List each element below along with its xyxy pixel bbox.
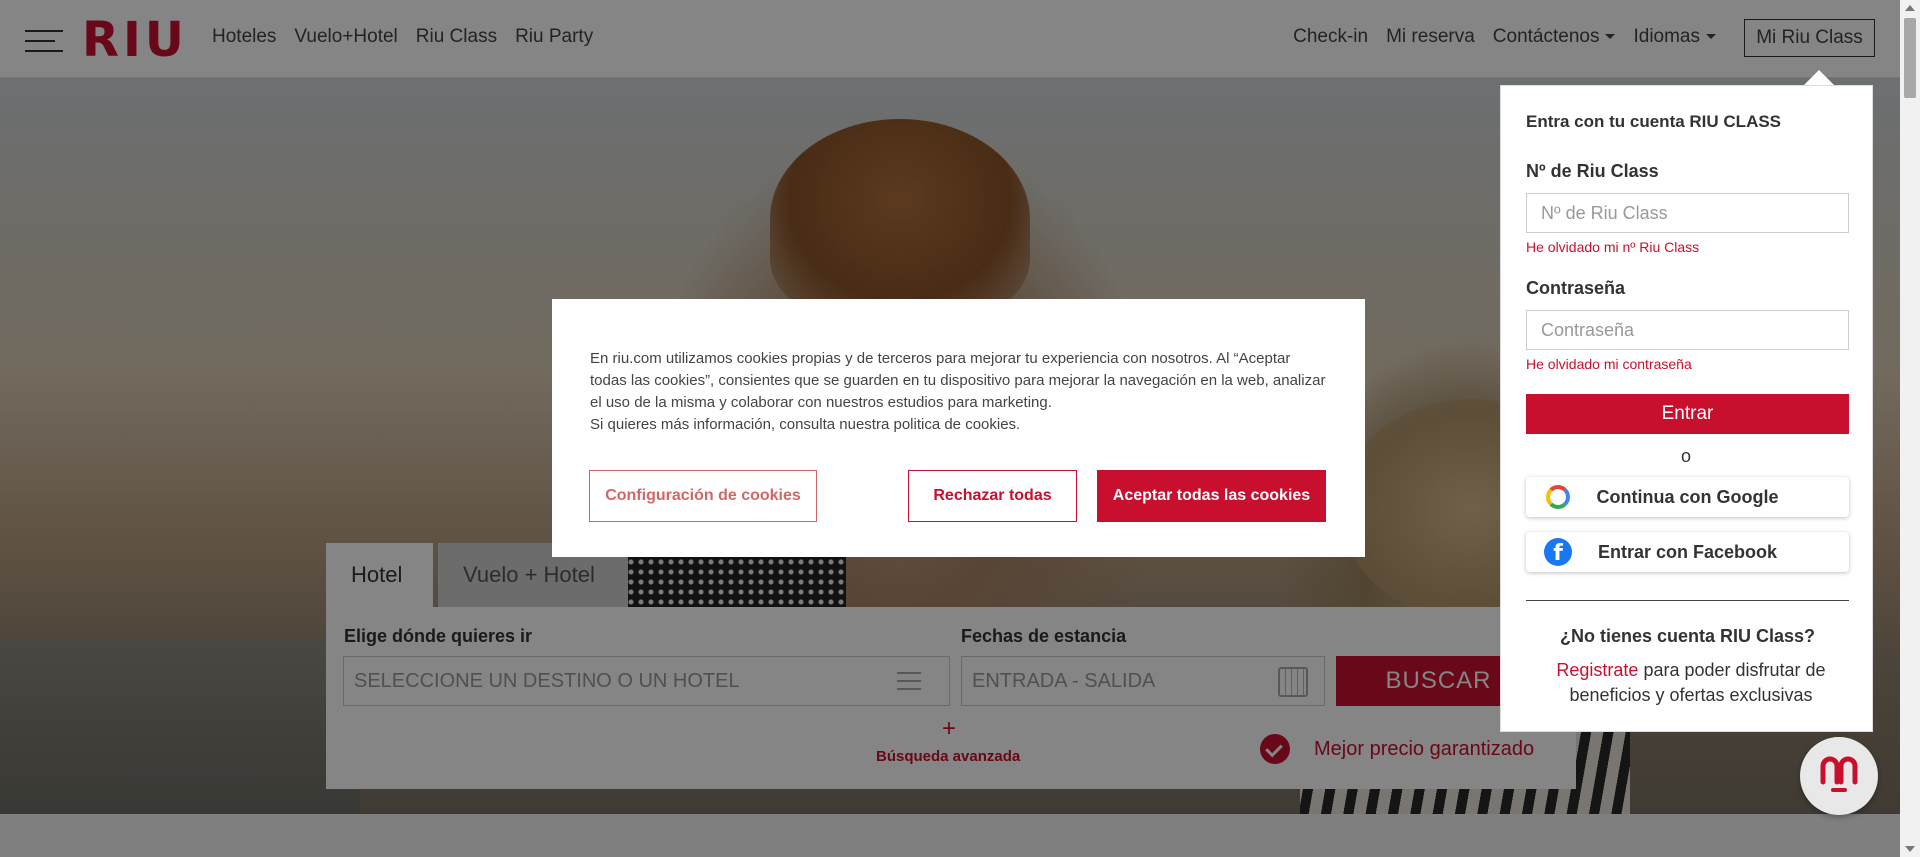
forgot-password-link[interactable]: He olvidado mi contraseña xyxy=(1526,356,1692,372)
facebook-icon: f xyxy=(1544,538,1572,566)
riu-class-number-input[interactable]: Nº de Riu Class xyxy=(1526,193,1849,233)
no-account-heading: ¿No tienes cuenta RIU Class? xyxy=(1559,626,1816,646)
register-text: Registrate para poder disfrutar de benef… xyxy=(1541,658,1841,708)
login-dropdown: Entra con tu cuenta RIU CLASS Nº de Riu … xyxy=(1500,85,1873,732)
page-scrollbar[interactable] xyxy=(1900,0,1920,857)
scroll-down-icon[interactable] xyxy=(1905,846,1915,852)
cookie-text: En riu.com utilizamos cookies propias y … xyxy=(590,350,1326,411)
reject-all-button[interactable]: Rechazar todas xyxy=(908,470,1077,522)
register-link[interactable]: Registrate xyxy=(1556,660,1638,680)
scroll-up-icon[interactable] xyxy=(1905,5,1915,11)
login-title: Entra con tu cuenta RIU CLASS xyxy=(1526,112,1782,131)
google-login-label: Continua con Google xyxy=(1596,486,1779,507)
divider xyxy=(1526,600,1849,601)
chat-bot-button[interactable] xyxy=(1800,737,1878,815)
password-label: Contraseña xyxy=(1526,278,1626,298)
cookie-modal: En riu.com utilizamos cookies propias y … xyxy=(552,299,1365,557)
dropdown-arrow xyxy=(1803,70,1835,86)
scroll-thumb[interactable] xyxy=(1904,18,1916,98)
google-login-button[interactable]: Continua con Google xyxy=(1526,477,1849,517)
cookie-more-info: Si quieres más información, consulta nue… xyxy=(590,416,1021,433)
login-button[interactable]: Entrar xyxy=(1526,394,1849,434)
accept-all-button[interactable]: Aceptar todas las cookies xyxy=(1097,470,1326,522)
google-icon xyxy=(1546,485,1570,509)
riu-class-number-label: Nº de Riu Class xyxy=(1526,161,1659,181)
forgot-number-link[interactable]: He olvidado mi nº Riu Class xyxy=(1526,239,1699,255)
or-separator: o xyxy=(1681,446,1692,466)
chat-bot-icon xyxy=(1820,756,1858,792)
cookie-settings-button[interactable]: Configuración de cookies xyxy=(589,470,817,522)
facebook-login-label: Entrar con Facebook xyxy=(1597,541,1778,562)
password-input[interactable]: Contraseña xyxy=(1526,310,1849,350)
facebook-login-button[interactable]: f Entrar con Facebook xyxy=(1526,532,1849,572)
